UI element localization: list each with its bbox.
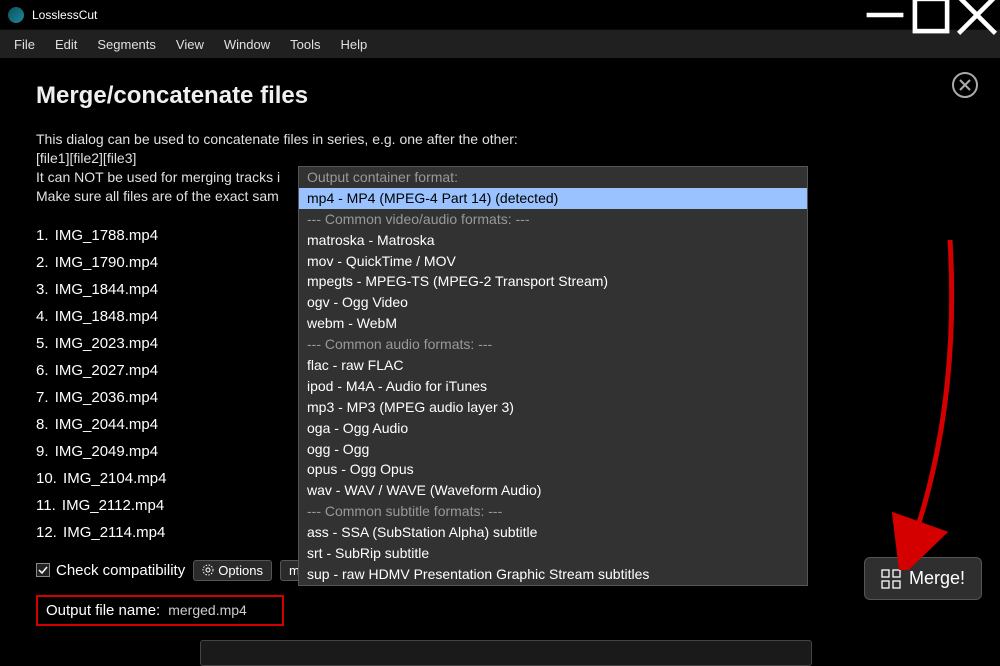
dropdown-option[interactable]: ass - SSA (SubStation Alpha) subtitle: [299, 522, 807, 543]
dropdown-option[interactable]: sup - raw HDMV Presentation Graphic Stre…: [299, 564, 807, 585]
menu-view[interactable]: View: [166, 33, 214, 56]
menu-window[interactable]: Window: [214, 33, 280, 56]
desc-line: This dialog can be used to concatenate f…: [36, 130, 964, 149]
dropdown-option[interactable]: matroska - Matroska: [299, 230, 807, 251]
dropdown-option[interactable]: ogv - Ogg Video: [299, 292, 807, 313]
dropdown-section: --- Common subtitle formats: ---: [299, 501, 807, 522]
dropdown-option[interactable]: ogg - Ogg: [299, 439, 807, 460]
menu-file[interactable]: File: [4, 33, 45, 56]
dropdown-option[interactable]: srt - SubRip subtitle: [299, 543, 807, 564]
dropdown-header: Output container format:: [299, 167, 807, 188]
dropdown-option[interactable]: mp4 - MP4 (MPEG-4 Part 14) (detected): [299, 188, 807, 209]
dropdown-option[interactable]: oga - Ogg Audio: [299, 418, 807, 439]
dropdown-option[interactable]: mov - QuickTime / MOV: [299, 251, 807, 272]
check-compatibility-checkbox[interactable]: Check compatibility: [36, 562, 185, 579]
window-controls: [862, 0, 1000, 30]
dialog-title: Merge/concatenate files: [36, 82, 964, 110]
merge-button[interactable]: Merge!: [864, 557, 982, 600]
desc-line: [file1][file2][file3]: [36, 149, 964, 168]
dropdown-option[interactable]: mpegts - MPEG-TS (MPEG-2 Transport Strea…: [299, 271, 807, 292]
dropdown-option[interactable]: flac - raw FLAC: [299, 355, 807, 376]
check-compatibility-label: Check compatibility: [56, 562, 185, 579]
output-input-background: [200, 640, 812, 666]
menu-help[interactable]: Help: [330, 33, 377, 56]
app-icon: [8, 7, 24, 23]
maximize-button[interactable]: [908, 0, 954, 30]
window-title: LosslessCut: [32, 8, 97, 22]
menu-edit[interactable]: Edit: [45, 33, 87, 56]
options-button[interactable]: Options: [193, 560, 272, 581]
merge-icon: [881, 569, 901, 589]
close-button[interactable]: [954, 0, 1000, 30]
minimize-button[interactable]: [862, 0, 908, 30]
output-filename-row: Output file name: merged.mp4: [36, 595, 284, 626]
format-dropdown[interactable]: Output container format: mp4 - MP4 (MPEG…: [298, 166, 808, 586]
titlebar: LosslessCut: [0, 0, 1000, 30]
menu-segments[interactable]: Segments: [87, 33, 166, 56]
dropdown-option[interactable]: opus - Ogg Opus: [299, 459, 807, 480]
gear-icon: [202, 564, 214, 576]
dropdown-option[interactable]: webm - WebM: [299, 313, 807, 334]
dialog-close-button[interactable]: [952, 72, 978, 98]
output-filename-label: Output file name:: [46, 602, 160, 619]
dropdown-option[interactable]: mp3 - MP3 (MPEG audio layer 3): [299, 397, 807, 418]
menubar: File Edit Segments View Window Tools Hel…: [0, 30, 1000, 58]
output-filename-input[interactable]: merged.mp4: [168, 602, 247, 618]
options-label: Options: [218, 563, 263, 578]
menu-tools[interactable]: Tools: [280, 33, 330, 56]
dropdown-section: --- Common audio formats: ---: [299, 334, 807, 355]
dropdown-section: --- Common video/audio formats: ---: [299, 209, 807, 230]
dropdown-option[interactable]: ipod - M4A - Audio for iTunes: [299, 376, 807, 397]
dropdown-option[interactable]: wav - WAV / WAVE (Waveform Audio): [299, 480, 807, 501]
merge-label: Merge!: [909, 568, 965, 589]
checkbox-icon: [36, 563, 50, 577]
